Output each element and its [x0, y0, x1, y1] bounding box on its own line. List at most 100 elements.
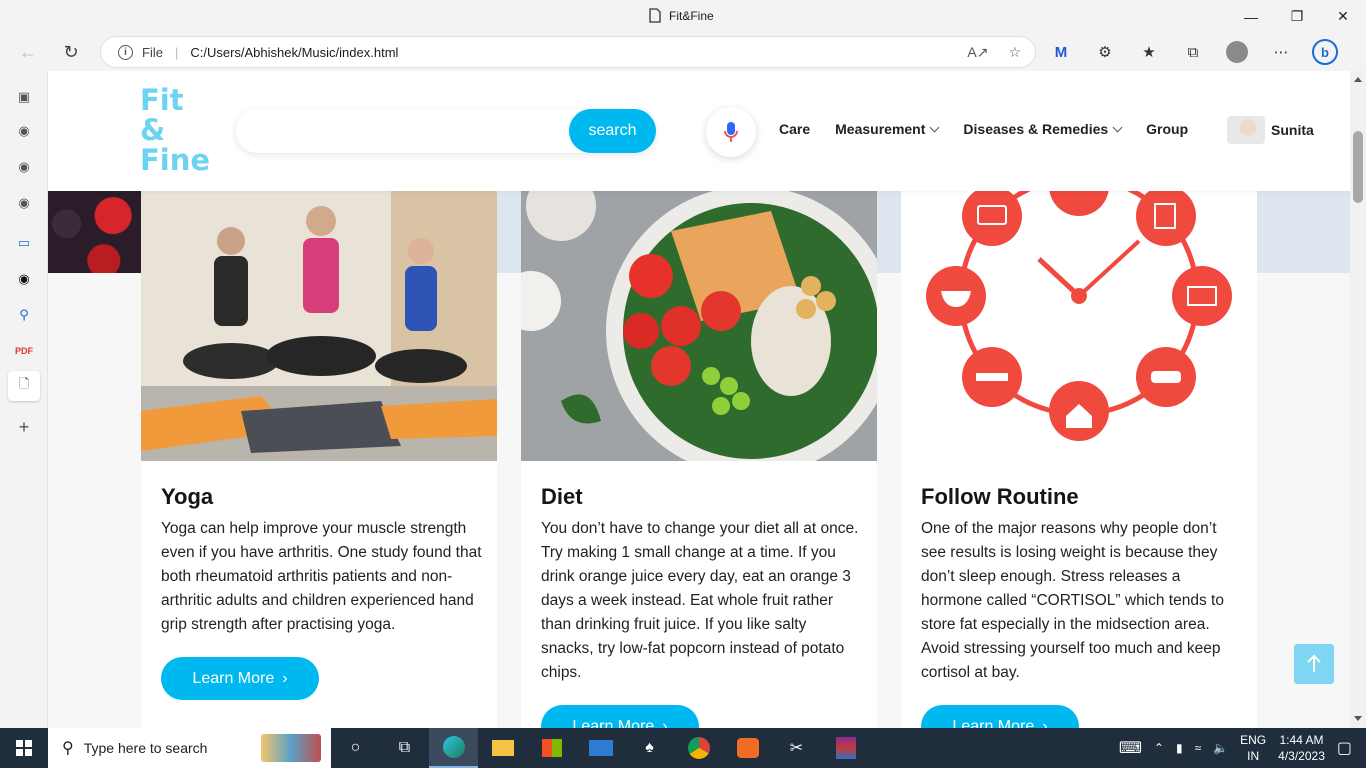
wifi-icon[interactable]: ≈	[1195, 741, 1202, 755]
card-text: You don’t have to change your diet all a…	[541, 520, 859, 681]
nav-item-measurement[interactable]: Measurement	[835, 121, 940, 137]
edge-icon[interactable]	[429, 728, 478, 768]
search-input[interactable]	[252, 109, 562, 153]
chevron-right-icon: ›	[282, 669, 288, 687]
chevron-down-icon	[1112, 122, 1123, 132]
browser-titlebar: Fit&Fine — ❐ ✕	[0, 0, 1366, 33]
collections-icon[interactable]: ⧉	[1180, 38, 1206, 66]
github-icon[interactable]: ◉	[14, 121, 34, 141]
tab-title-text: Fit&Fine	[669, 8, 714, 23]
card-diet: Diet You don’t have to change your diet …	[521, 191, 877, 728]
diet-image	[521, 191, 877, 461]
edge-sidebar: ▣ ◉ ◉ ◉ ▭ ◉ ⚲ PDF 🗋 +	[0, 71, 48, 728]
search-icon[interactable]: ⚲	[14, 305, 34, 325]
keyboard-icon[interactable]: ⌨	[1119, 738, 1142, 758]
battery-icon[interactable]: ▮	[1176, 741, 1183, 755]
read-aloud-icon[interactable]: A↗	[967, 44, 988, 61]
address-separator: |	[174, 44, 179, 60]
chevron-right-icon: ›	[1042, 717, 1048, 729]
info-icon[interactable]: i	[118, 44, 133, 60]
more-icon[interactable]: ⋯	[1268, 38, 1294, 66]
nav-item-diseases-remedies[interactable]: Diseases & Remedies	[963, 121, 1123, 137]
close-icon[interactable]: ✕	[1320, 0, 1366, 33]
taskbar-search-placeholder: Type here to search	[83, 740, 208, 756]
learn-more-button[interactable]: Learn More ›	[921, 705, 1079, 728]
github-icon[interactable]: ◉	[14, 193, 34, 213]
minimize-icon[interactable]: —	[1228, 0, 1274, 33]
restore-icon[interactable]: ❐	[1274, 0, 1320, 33]
nav-item-care[interactable]: Care	[779, 121, 810, 137]
user-name: Sunita	[1271, 122, 1314, 138]
file-label: File	[142, 44, 163, 60]
task-view-icon[interactable]: ⧉	[380, 728, 429, 768]
site-header: Fit & Fine search Care Measurement Disea…	[48, 71, 1350, 191]
system-tray: ⌨ ⌃ ▮ ≈ 🔈 ENG IN 1:44 AM 4/3/2023 ▢	[1119, 728, 1366, 768]
search-button[interactable]: search	[569, 109, 656, 153]
store-icon[interactable]	[527, 728, 576, 768]
chevron-right-icon: ›	[662, 717, 668, 729]
copilot-icon[interactable]: M	[1048, 38, 1074, 66]
clock[interactable]: 1:44 AM 4/3/2023	[1278, 732, 1325, 764]
pdf-icon[interactable]: PDF	[14, 341, 34, 361]
url-text[interactable]: C:/Users/Abhishek/Music/index.html	[190, 45, 398, 60]
solitaire-icon[interactable]: ♠	[625, 728, 674, 768]
cortana-icon[interactable]: ○	[331, 728, 380, 768]
avatar	[1227, 116, 1265, 144]
scroll-thumb[interactable]	[1353, 131, 1363, 203]
language-code: ENG	[1240, 733, 1267, 747]
search-icon: ⚲	[62, 740, 74, 757]
search-highlight-icon	[261, 734, 321, 762]
nav-label: Care	[779, 121, 811, 137]
winrar-icon[interactable]	[821, 728, 870, 768]
nav-item-group[interactable]: Group	[1146, 121, 1188, 137]
scroll-to-top-button[interactable]	[1294, 644, 1334, 684]
back-icon[interactable]: ←	[14, 38, 42, 66]
mail-icon[interactable]	[576, 728, 625, 768]
scroll-down-icon[interactable]	[1354, 716, 1362, 721]
document-icon	[649, 8, 661, 23]
add-favorite-icon[interactable]: ☆	[1008, 44, 1021, 61]
document-icon[interactable]: 🗋	[8, 371, 40, 401]
card-title: Follow Routine	[921, 484, 1079, 509]
routine-clock-image	[901, 191, 1257, 461]
volume-icon[interactable]: 🔈	[1213, 741, 1228, 755]
nav-label: Diseases & Remedies	[963, 121, 1109, 137]
favorites-icon[interactable]: ★	[1136, 38, 1162, 66]
page-scrollbar[interactable]	[1350, 71, 1366, 728]
region-code: IN	[1247, 749, 1260, 763]
scroll-up-icon[interactable]	[1354, 77, 1362, 82]
tab-title: Fit&Fine	[649, 8, 714, 23]
logo-line: Fine	[140, 143, 211, 177]
extensions-icon[interactable]: ⚙	[1092, 38, 1118, 66]
snipping-tool-icon[interactable]: ✂	[772, 728, 821, 768]
learn-more-button[interactable]: Learn More ›	[541, 705, 699, 728]
site-logo[interactable]: Fit & Fine	[140, 85, 210, 175]
file-explorer-icon[interactable]	[478, 728, 527, 768]
windows-start-icon[interactable]	[0, 728, 48, 768]
address-bar[interactable]: i File | C:/Users/Abhishek/Music/index.h…	[100, 36, 1036, 68]
bing-icon[interactable]: b	[1312, 38, 1338, 66]
nav-label: Measurement	[835, 121, 926, 137]
learn-more-button[interactable]: Learn More ›	[161, 657, 319, 700]
github-icon[interactable]: ◉	[14, 157, 34, 177]
microphone-button[interactable]	[706, 107, 756, 157]
chrome-icon[interactable]	[674, 728, 723, 768]
card-text: One of the major reasons why people don’…	[921, 520, 1224, 681]
refresh-icon[interactable]: ↻	[57, 38, 85, 66]
add-icon[interactable]: +	[14, 417, 34, 437]
profile-icon[interactable]	[1224, 38, 1250, 66]
berries-image	[48, 191, 141, 273]
language-indicator[interactable]: ENG IN	[1240, 732, 1266, 764]
github-icon[interactable]: ◉	[14, 269, 34, 289]
taskbar-search[interactable]: ⚲ Type here to search	[48, 728, 331, 768]
notification-icon[interactable]: ▢	[1337, 738, 1352, 758]
button-label: Learn More	[952, 717, 1035, 729]
card-follow-routine: Follow Routine One of the major reasons …	[901, 191, 1257, 728]
clock-time: 1:44 AM	[1279, 733, 1324, 747]
button-label: Learn More	[192, 669, 275, 687]
user-profile[interactable]: Sunita	[1227, 116, 1314, 144]
app-icon[interactable]	[723, 728, 772, 768]
screen-icon[interactable]: ▭	[14, 233, 34, 253]
chevron-up-icon[interactable]: ⌃	[1154, 741, 1164, 755]
tab-actions-icon[interactable]: ▣	[14, 87, 34, 107]
